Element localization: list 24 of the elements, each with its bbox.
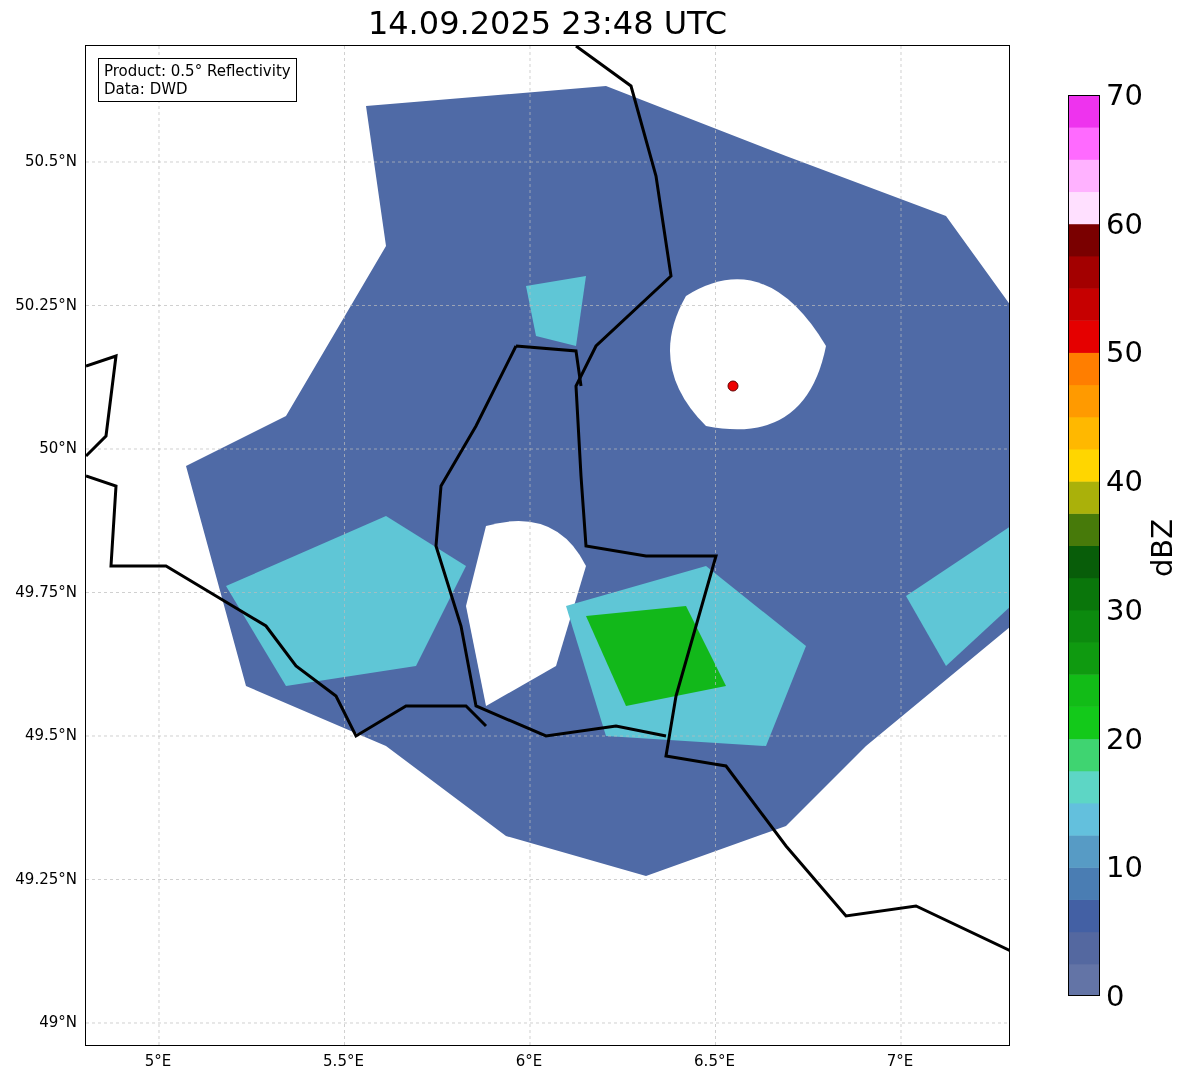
colorbar-tick-label: 20 [1106,724,1143,754]
x-tick-label: 6°E [515,1052,543,1070]
y-tick-label: 50°N [39,439,77,457]
chart-title: 14.09.2025 23:48 UTC [366,4,729,42]
colorbar-tick-label: 10 [1106,852,1143,882]
x-tick-label: 6.5°E [694,1052,735,1070]
y-tick-label: 49.25°N [15,869,77,888]
x-tick-label: 5.5°E [323,1052,364,1070]
y-tick-label: 49.5°N [24,726,77,744]
y-tick-label: 49°N [39,1013,77,1031]
x-tick-label: 7°E [886,1052,914,1070]
colorbar-tick-label: 60 [1106,209,1143,239]
y-tick-label: 50.5°N [24,152,77,170]
legend-text: Data: DWD [104,80,189,98]
colorbar-tick-label: 30 [1106,595,1143,625]
colorbar-tick-label: 40 [1106,466,1143,496]
colorbar-tick-label: 0 [1106,981,1125,1011]
colorbar-tick-label: 50 [1106,337,1143,367]
colorbar-tick-label: 70 [1106,80,1143,110]
y-tick-label: 50.25°N [15,295,77,314]
y-tick-label: 49.75°N [15,582,77,601]
legend-text: Product: 0.5° Reflectivity [104,62,291,80]
x-tick-label: 5°E [144,1052,172,1070]
colorbar-label: dBZ [1145,518,1179,578]
